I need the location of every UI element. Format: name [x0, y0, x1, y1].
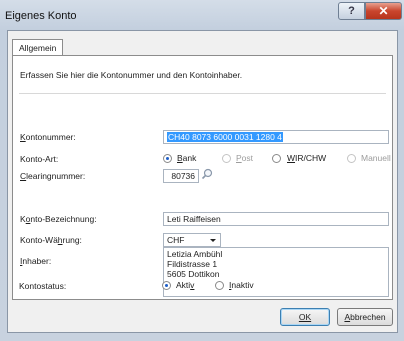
dialog-window: Eigenes Konto ? ✕ Allgemein Erfassen Sie… — [0, 0, 404, 341]
radio-manuell-label: Manuell — [361, 153, 391, 163]
dialog-client-area: Allgemein Erfassen Sie hier die Kontonum… — [7, 30, 398, 333]
inhaber-line: 5605 Dottikon — [167, 269, 220, 279]
inhaber-line: Letizia Ambühl — [167, 249, 223, 259]
window-title: Eigenes Konto — [5, 10, 77, 22]
cancel-button[interactable]: Abbrechen — [337, 308, 393, 326]
kontonummer-label-text: ontonummer: — [25, 132, 76, 142]
radio-aktiv[interactable] — [162, 281, 171, 290]
radio-bank-label: Bank — [177, 153, 197, 163]
radio-wir-chw-label: WIR/CHW — [287, 153, 327, 163]
kontonummer-value: CH40 8073 6000 0031 1280 4 — [167, 132, 283, 142]
title-bar: Eigenes Konto ? ✕ — [0, 0, 404, 30]
radio-inaktiv[interactable] — [215, 281, 224, 290]
ok-button[interactable]: OK — [280, 308, 330, 326]
waehrung-select[interactable]: CHF — [163, 233, 221, 247]
inhaber-textarea[interactable]: Letizia Ambühl Fildistrasse 1 5605 Dotti… — [163, 247, 389, 297]
radio-wir-chw[interactable] — [272, 154, 281, 163]
inhaber-label: Inhaber: — [20, 256, 52, 266]
radio-manuell[interactable] — [347, 154, 356, 163]
radio-bank[interactable] — [163, 154, 172, 163]
kontonummer-label: Kontonummer: — [20, 132, 76, 142]
close-button[interactable]: ✕ — [365, 2, 402, 20]
radio-aktiv-label: Aktiv — [176, 280, 195, 290]
help-button[interactable]: ? — [338, 2, 365, 20]
clearing-label: Clearingnummer: — [20, 171, 86, 181]
inhaber-line: Fildistrasse 1 — [167, 259, 218, 269]
kontoart-label: Konto-Art: — [20, 154, 59, 164]
chevron-down-icon — [210, 239, 216, 242]
radio-post-label: Post — [236, 153, 254, 163]
tab-panel-allgemein: Erfassen Sie hier die Kontonummer und de… — [12, 55, 393, 300]
info-text: Erfassen Sie hier die Kontonummer und de… — [20, 70, 243, 80]
magnifier-icon[interactable] — [201, 168, 213, 180]
kontonummer-input[interactable]: CH40 8073 6000 0031 1280 4 — [163, 130, 389, 144]
radio-inaktiv-label: Inaktiv — [229, 280, 254, 290]
cancel-label: bbrechen — [350, 312, 386, 322]
bezeichnung-label: Konto-Bezeichnung: — [20, 214, 97, 224]
waehrung-label: Konto-Währung: — [20, 235, 82, 245]
tab-allgemein[interactable]: Allgemein — [12, 39, 64, 56]
waehrung-value: CHF — [167, 235, 185, 245]
clearing-input[interactable]: 80736 — [163, 169, 199, 183]
kontostatus-label: Kontostatus: — [19, 281, 67, 291]
radio-post[interactable] — [222, 154, 231, 163]
bezeichnung-input[interactable]: Leti Raiffeisen — [163, 212, 389, 226]
separator — [19, 93, 386, 94]
ok-label: OK — [298, 312, 312, 322]
